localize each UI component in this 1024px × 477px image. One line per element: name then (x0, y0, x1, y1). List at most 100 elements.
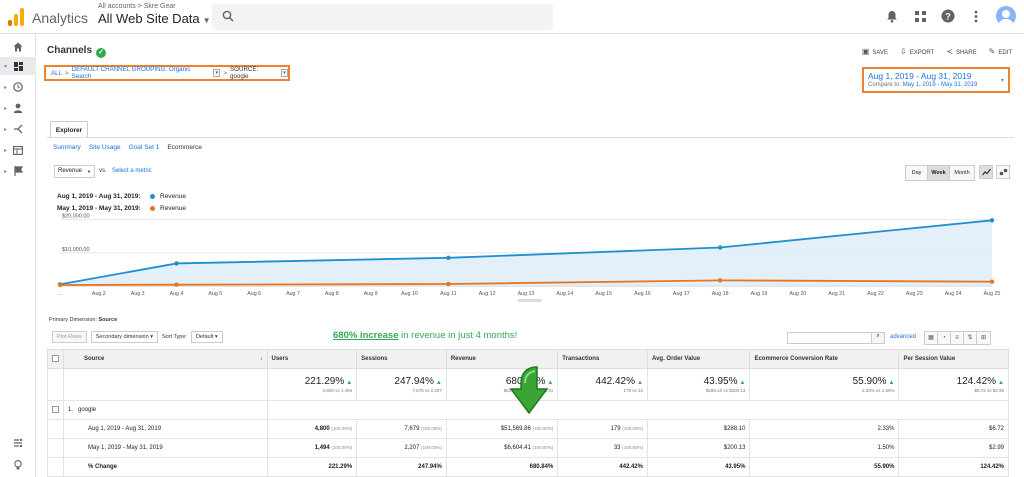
apps-grid-icon[interactable] (912, 8, 928, 24)
sort-type-label: Sort Type: (161, 334, 187, 340)
granularity-day[interactable]: Day (906, 166, 928, 180)
sort-type-select[interactable]: Default ▾ (190, 331, 223, 343)
primary-dimension-source[interactable]: Source (99, 317, 118, 323)
bell-icon[interactable] (884, 8, 900, 24)
col-avg-order-value[interactable]: Avg. Order Value (646, 349, 751, 369)
data-point-current (174, 261, 179, 266)
table-toolbar: Plot Rows Secondary dimension ▾ Sort Typ… (52, 331, 223, 343)
search-icon (222, 10, 234, 22)
chart-resize-handle (518, 299, 542, 302)
col-transactions[interactable]: Transactions (557, 349, 648, 369)
grouping-dropdown-icon[interactable]: ▾ (213, 69, 221, 77)
table-view-toggle: ▦ ◔ ≡ ⇅ ⊞ (924, 331, 991, 345)
y-tick-label: $20,000.00 (62, 214, 90, 220)
data-table-icon[interactable]: ▦ (925, 332, 938, 344)
up-arrow-icon: ▲ (998, 380, 1004, 386)
x-tick-label: Aug 22 (867, 291, 884, 297)
save-button[interactable]: ▣ SAVE (862, 47, 888, 56)
export-button[interactable]: ⇩ EXPORT (900, 47, 934, 56)
performance-bars-icon[interactable]: ≡ (951, 332, 964, 344)
view-name: All Web Site Data (98, 11, 200, 26)
search-input[interactable] (212, 4, 553, 30)
x-tick-label: Aug 18 (712, 291, 729, 297)
advanced-filter-link[interactable]: advanced (890, 334, 916, 340)
account-selector[interactable]: All accounts > Skre Gear All Web Site Da… (98, 3, 211, 26)
realtime-clock-icon[interactable]: ▸ (0, 78, 36, 96)
search-icon[interactable]: ⌕ (871, 333, 884, 343)
col-sessions[interactable]: Sessions (356, 349, 447, 369)
top-bar: Analytics All accounts > Skre Gear All W… (0, 0, 1024, 34)
report-actions: ▣ SAVE ⇩ EXPORT ≺ SHARE ✎ EDIT (862, 47, 1012, 56)
conversions-flag-icon[interactable]: ▸ (0, 162, 36, 180)
col-source[interactable]: Source ↓ (63, 349, 268, 369)
x-tick-label: Aug 12 (479, 291, 496, 297)
verified-check-icon: ✓ (96, 48, 107, 58)
green-down-arrow-icon (509, 366, 549, 415)
granularity-month[interactable]: Month (950, 166, 974, 180)
subtab-site-usage[interactable]: Site Usage (89, 144, 121, 151)
subtab-goal-set-1[interactable]: Goal Set 1 (129, 144, 160, 151)
pivot-icon[interactable]: ⊞ (977, 332, 990, 344)
table-search-input[interactable]: ⌕ (787, 332, 885, 344)
legend-item-current: Aug 1, 2019 - Aug 31, 2019: Revenue (57, 192, 187, 200)
row-checkbox[interactable] (52, 405, 59, 413)
granularity-week[interactable]: Week (928, 166, 950, 180)
data-point-current (717, 245, 723, 250)
edit-button[interactable]: ✎ EDIT (989, 47, 1012, 56)
select-metric-link[interactable]: Select a metric (112, 168, 152, 174)
left-nav: ▾ ▸ ▸ ▸ ▸ ▸ (0, 34, 36, 477)
x-tick-label: Aug 13 (518, 291, 535, 297)
discover-lightbulb-icon[interactable] (0, 456, 36, 474)
breadcrumb-source: SOURCE: google (230, 66, 259, 80)
x-tick-label: Aug 17 (673, 291, 690, 297)
home-icon[interactable] (0, 38, 36, 56)
attribution-icon[interactable] (0, 434, 36, 452)
percentage-pie-icon[interactable]: ◔ (938, 332, 951, 344)
help-icon[interactable]: ? (940, 8, 956, 24)
plot-rows-button[interactable]: Plot Rows (52, 331, 87, 343)
breadcrumb-channel-grouping[interactable]: DEFAULT CHANNEL GROUPING: Organic Search (72, 66, 211, 80)
subtab-summary[interactable]: Summary (53, 144, 81, 151)
audience-person-icon[interactable]: ▸ (0, 99, 36, 117)
total-conversion-pct: 55.90% (852, 376, 887, 387)
more-vert-icon[interactable] (968, 8, 984, 24)
avatar[interactable] (996, 6, 1016, 26)
data-point-previous (717, 278, 723, 283)
x-tick-label: Aug 7 (286, 291, 300, 297)
comparison-icon[interactable]: ⇅ (964, 332, 977, 344)
source-dropdown-icon[interactable]: ▾ (281, 69, 289, 77)
y-tick-label: $10,000.00 (62, 247, 90, 253)
select-all-checkbox[interactable] (52, 354, 59, 362)
secondary-dimension-select[interactable]: Secondary dimension ▾ (90, 331, 158, 343)
x-tick-label: Aug 19 (751, 291, 768, 297)
metric-select[interactable]: Revenue ▼ (54, 165, 95, 178)
subtab-ecommerce[interactable]: Ecommerce (167, 144, 202, 151)
page-title: Channels ✓ (47, 45, 107, 58)
analytics-logo-icon[interactable] (8, 8, 26, 26)
share-button[interactable]: ≺ SHARE (946, 47, 976, 56)
select-all-cell (47, 349, 64, 369)
date-range-picker[interactable]: Aug 1, 2019 - Aug 31, 2019 Compare to: M… (862, 67, 1010, 93)
total-aov-pct: 43.95% (703, 376, 738, 387)
col-per-session-value[interactable]: Per Session Value (898, 349, 1009, 369)
customization-icon[interactable]: ▾ (0, 57, 36, 75)
behavior-icon[interactable]: ▸ (0, 141, 36, 159)
primary-dimension: Primary Dimension: Source (49, 317, 118, 323)
row-source-google[interactable]: google (78, 407, 96, 413)
tab-explorer[interactable]: Explorer (50, 121, 88, 138)
x-tick-label: Aug 24 (945, 291, 962, 297)
compare-label: Compare to: (868, 82, 902, 88)
granularity-toggle: Day Week Month (905, 165, 975, 181)
x-tick-label: Aug 6 (247, 291, 261, 297)
breadcrumb-all[interactable]: ALL (51, 70, 62, 77)
legend-swatch-previous (150, 205, 155, 211)
line-chart-icon[interactable] (979, 165, 993, 179)
acquisition-icon[interactable]: ▸ (0, 120, 36, 138)
col-conversion-rate[interactable]: Ecommerce Conversion Rate (749, 349, 900, 369)
data-point-current (446, 255, 451, 260)
col-users[interactable]: Users (266, 349, 358, 369)
x-tick-label: ... (58, 291, 62, 297)
app-name: Analytics (32, 10, 89, 26)
revenue-annotation: 680% increase in revenue in just 4 month… (333, 330, 518, 341)
motion-chart-icon[interactable] (996, 165, 1010, 179)
